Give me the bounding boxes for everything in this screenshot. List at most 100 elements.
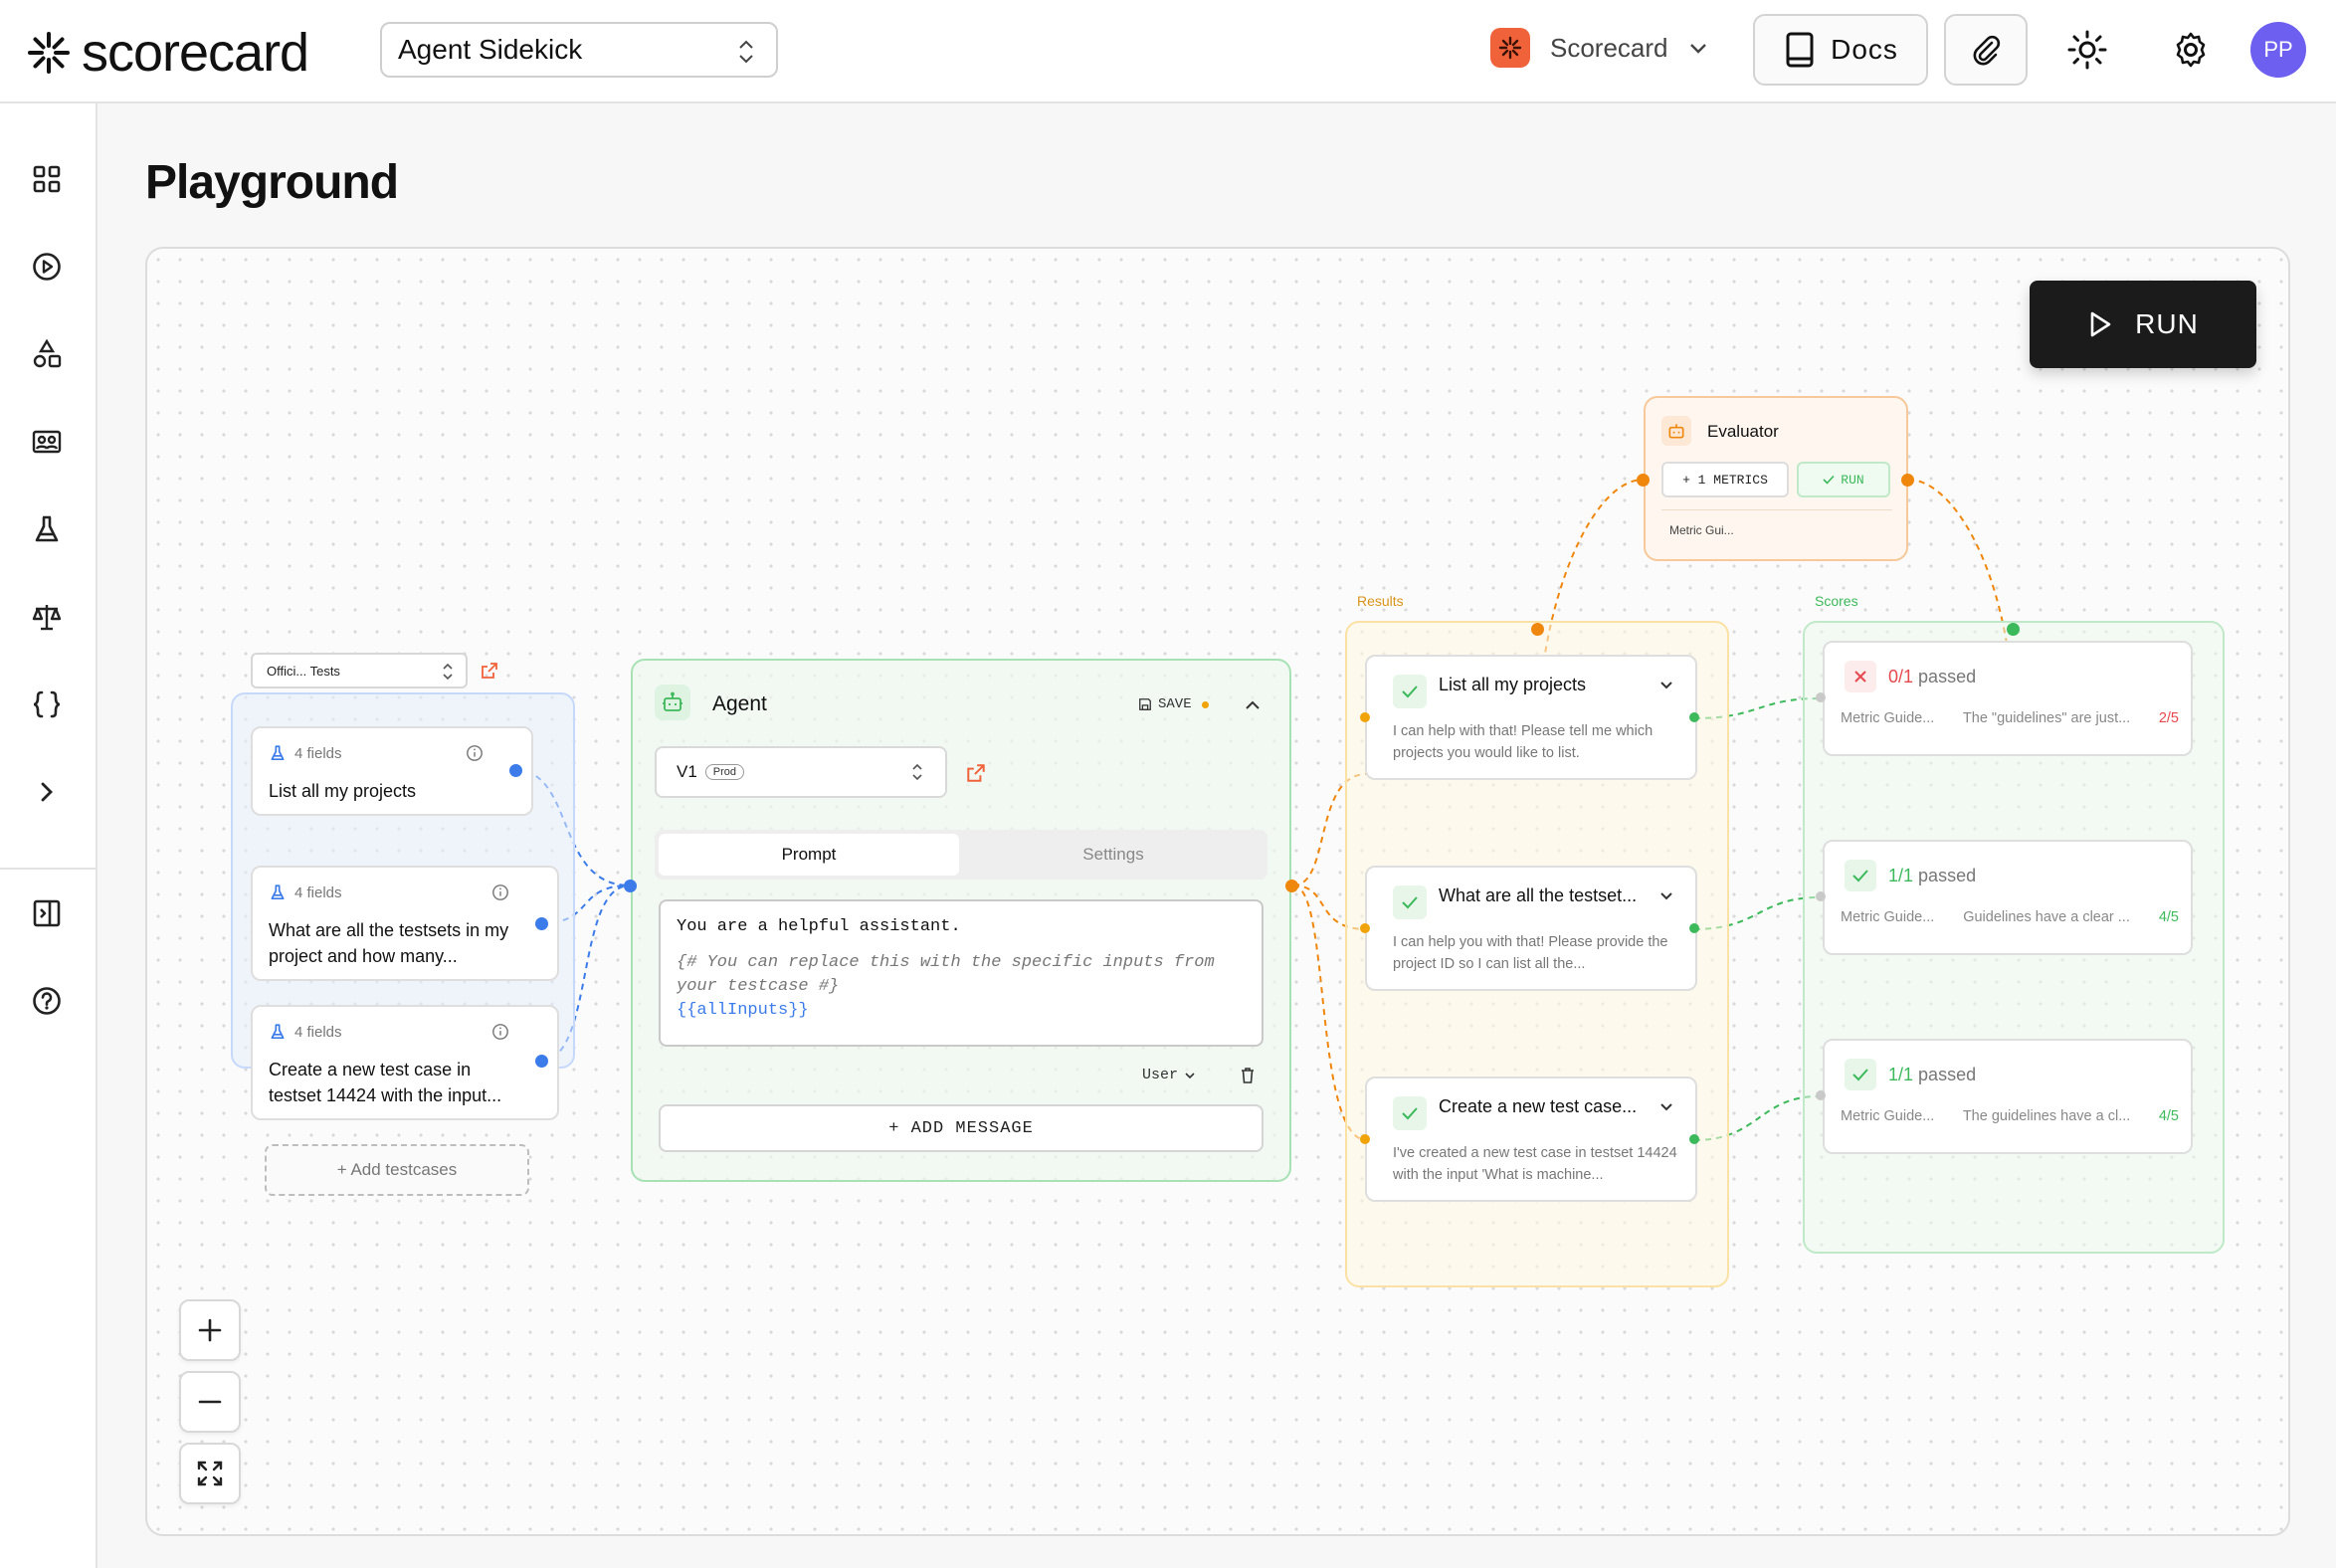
info-icon[interactable] — [466, 744, 484, 762]
org-switcher[interactable]: Scorecard — [1490, 28, 1708, 68]
result-title: List all my projects — [1439, 675, 1587, 694]
testcase-output-port[interactable] — [535, 1055, 548, 1068]
sidebar-item-experiments[interactable] — [25, 507, 69, 551]
sidebar-item-runs[interactable] — [25, 245, 69, 289]
score-input-port[interactable] — [1816, 1090, 1826, 1100]
add-testcases-button[interactable]: + Add testcases — [265, 1144, 529, 1196]
agent-input-port[interactable] — [624, 880, 637, 892]
chevron-updown-icon — [739, 40, 753, 64]
agent-title: Agent — [712, 692, 767, 715]
chevron-down-icon[interactable] — [1659, 891, 1673, 901]
org-name: Scorecard — [1550, 32, 1668, 63]
prompt-variable: {{allInputs}} — [677, 1001, 809, 1020]
save-button[interactable]: SAVE — [1138, 696, 1209, 712]
scores-input-port[interactable] — [2007, 623, 2020, 636]
result-output-port[interactable] — [1689, 1134, 1699, 1144]
result-card[interactable]: Create a new test case... I've created a… — [1365, 1077, 1697, 1202]
results-group: List all my projects I can help with tha… — [1345, 621, 1729, 1287]
testcase-card[interactable]: 4 fields Create a new test case in tests… — [251, 1005, 559, 1120]
logo[interactable]: scorecard — [26, 22, 309, 84]
score-card[interactable]: 1/1 passed Metric Guide... Guidelines ha… — [1823, 840, 2193, 955]
result-output-port[interactable] — [1689, 712, 1699, 722]
score-input-port[interactable] — [1816, 891, 1826, 901]
metric-chip[interactable]: Metric Gui... — [1669, 523, 1734, 537]
testcase-output-port[interactable] — [535, 917, 548, 930]
score-metric-row: Metric Guide... The "guidelines" are jus… — [1841, 710, 2179, 726]
avatar[interactable]: PP — [2250, 22, 2306, 78]
sidebar-help-button[interactable] — [25, 979, 69, 1023]
theme-toggle-button[interactable] — [2061, 24, 2113, 76]
settings-button[interactable] — [2165, 24, 2217, 76]
score-input-port[interactable] — [1816, 692, 1826, 702]
result-input-port[interactable] — [1360, 923, 1370, 933]
flask-icon — [271, 884, 285, 900]
docs-button[interactable]: Docs — [1753, 14, 1928, 86]
flask-icon — [271, 1024, 285, 1040]
trash-icon[interactable] — [1240, 1067, 1256, 1084]
agent-node[interactable]: Agent SAVE V1 Prod Prompt Settings You a… — [631, 659, 1291, 1182]
project-select[interactable]: Agent Sidekick — [380, 22, 778, 78]
testcase-output-port[interactable] — [509, 764, 522, 777]
score-fraction: 1/1 — [1888, 1064, 1914, 1084]
sidebar-item-metrics[interactable] — [25, 595, 69, 639]
score-card[interactable]: 0/1 passed Metric Guide... The "guidelin… — [1823, 641, 2193, 756]
result-body: I can help you with that! Please provide… — [1393, 934, 1668, 972]
sidebar-expand-button[interactable] — [25, 770, 69, 814]
chevron-down-icon[interactable] — [1659, 681, 1673, 690]
score-card[interactable]: 1/1 passed Metric Guide... The guideline… — [1823, 1039, 2193, 1154]
score-summary: 1/1 passed — [1845, 1059, 1976, 1090]
tab-settings[interactable]: Settings — [963, 834, 1264, 876]
external-link-icon[interactable] — [480, 661, 499, 681]
evaluator-run-button[interactable]: RUN — [1797, 462, 1890, 497]
result-card[interactable]: What are all the testset... I can help y… — [1365, 866, 1697, 991]
results-input-port[interactable] — [1531, 623, 1544, 636]
result-output-port[interactable] — [1689, 923, 1699, 933]
attach-button[interactable] — [1944, 14, 2028, 86]
info-icon[interactable] — [491, 1023, 509, 1041]
book-icon — [1786, 32, 1814, 68]
result-input-port[interactable] — [1360, 712, 1370, 722]
check-icon — [1393, 1096, 1427, 1130]
chevron-down-icon[interactable] — [1659, 1102, 1673, 1112]
external-link-icon[interactable] — [965, 762, 987, 784]
agent-output-port[interactable] — [1285, 880, 1298, 892]
version-select[interactable]: V1 Prod — [655, 746, 947, 798]
testset-selector[interactable]: Offici... Tests — [251, 653, 468, 688]
sidebar-item-shapes[interactable] — [25, 332, 69, 376]
top-bar: scorecard Agent Sidekick Scorecard Docs … — [0, 0, 2336, 103]
x-icon — [1845, 661, 1876, 692]
prompt-comment: {# You can replace this with the specifi… — [677, 953, 1215, 996]
playground-canvas[interactable]: RUN Offici... Tests 4 fields List all my… — [145, 247, 2290, 1536]
chevron-down-icon — [1185, 1072, 1195, 1078]
add-metrics-button[interactable]: + 1 METRICS — [1661, 462, 1789, 497]
sidebar-collapse-button[interactable] — [25, 891, 69, 935]
evaluator-input-port[interactable] — [1637, 474, 1650, 487]
expand-icon — [197, 1461, 223, 1486]
testcase-text: Create a new test case in testset 14424 … — [269, 1060, 502, 1105]
testcase-card[interactable]: 4 fields What are all the testsets in my… — [251, 866, 559, 981]
score-metric-row: Metric Guide... Guidelines have a clear … — [1841, 909, 2179, 925]
evaluator-node[interactable]: Evaluator + 1 METRICS RUN Metric Gui... — [1644, 396, 1908, 561]
add-message-button[interactable]: + ADD MESSAGE — [659, 1104, 1264, 1152]
score-value: 4/5 — [2158, 909, 2179, 925]
score-value: 2/5 — [2158, 710, 2179, 726]
testcase-card[interactable]: 4 fields List all my projects — [251, 726, 533, 816]
sidebar-item-dashboard[interactable] — [25, 157, 69, 201]
sidebar-item-testsets[interactable] — [25, 420, 69, 464]
sidebar-item-code[interactable] — [25, 683, 69, 726]
result-input-port[interactable] — [1360, 1134, 1370, 1144]
prompt-editor[interactable]: You are a helpful assistant. {# You can … — [659, 899, 1264, 1047]
plus-icon — [198, 1318, 222, 1342]
fit-view-button[interactable] — [179, 1443, 241, 1504]
zoom-in-button[interactable] — [179, 1299, 241, 1361]
tab-prompt[interactable]: Prompt — [659, 834, 959, 876]
score-summary: 0/1 passed — [1845, 661, 1976, 692]
evaluator-output-port[interactable] — [1901, 474, 1914, 487]
run-button[interactable]: RUN — [2030, 281, 2256, 368]
role-select[interactable]: User — [1142, 1067, 1196, 1083]
info-icon[interactable] — [491, 883, 509, 901]
testcase-fields: 4 fields — [269, 1023, 342, 1041]
result-card[interactable]: List all my projects I can help with tha… — [1365, 655, 1697, 780]
chevron-up-icon[interactable] — [1244, 698, 1262, 712]
zoom-out-button[interactable] — [179, 1371, 241, 1433]
